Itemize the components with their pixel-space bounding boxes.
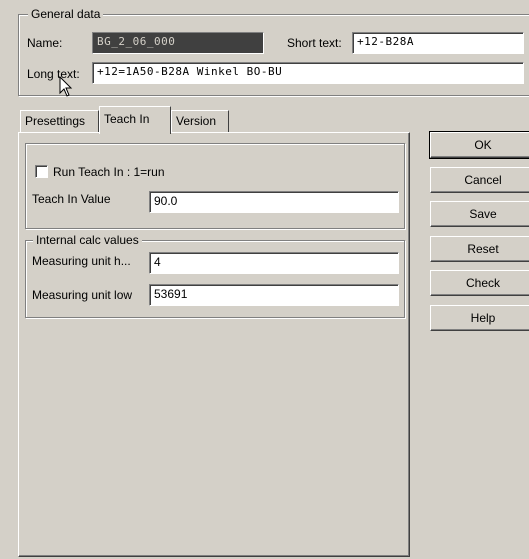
name-value: BG_2_06_000 — [97, 35, 176, 48]
measuring-unit-high-field[interactable]: 4 — [149, 252, 399, 274]
teach-in-value-field[interactable]: 90.0 — [149, 191, 399, 213]
measuring-unit-low-label: Measuring unit low — [32, 288, 133, 302]
internal-calc-title: Internal calc values — [33, 233, 142, 247]
long-text-field[interactable]: +12=1A50-B28A Winkel BO-BU — [92, 62, 524, 84]
save-button[interactable]: Save — [430, 201, 529, 227]
cancel-button[interactable]: Cancel — [430, 167, 529, 193]
name-field[interactable]: BG_2_06_000 — [92, 32, 264, 54]
measuring-unit-high-label: Measuring unit h... — [32, 254, 131, 268]
teach-in-value-label: Teach In Value — [32, 192, 111, 206]
teach-in-group — [25, 143, 405, 229]
reset-button[interactable]: Reset — [430, 236, 529, 262]
tab-version[interactable]: Version — [171, 110, 229, 132]
tab-teach-in[interactable]: Teach In — [99, 106, 171, 134]
mouse-cursor-icon — [59, 76, 73, 97]
help-button[interactable]: Help — [430, 305, 529, 331]
general-data-title: General data — [28, 7, 104, 21]
name-label: Name: — [27, 36, 63, 50]
run-teach-in-label[interactable]: Run Teach In : 1=run — [53, 165, 165, 179]
tab-presettings[interactable]: Presettings — [20, 110, 99, 132]
run-teach-in-checkbox[interactable] — [35, 165, 48, 178]
check-button[interactable]: Check — [430, 270, 529, 296]
short-text-label: Short text: — [287, 36, 342, 50]
teach-in-panel: Run Teach In : 1=run Teach In Value 90.0… — [18, 132, 410, 557]
short-text-field[interactable]: +12-B28A — [352, 32, 524, 54]
measuring-unit-low-field[interactable]: 53691 — [149, 284, 399, 306]
ok-button[interactable]: OK — [429, 131, 529, 159]
